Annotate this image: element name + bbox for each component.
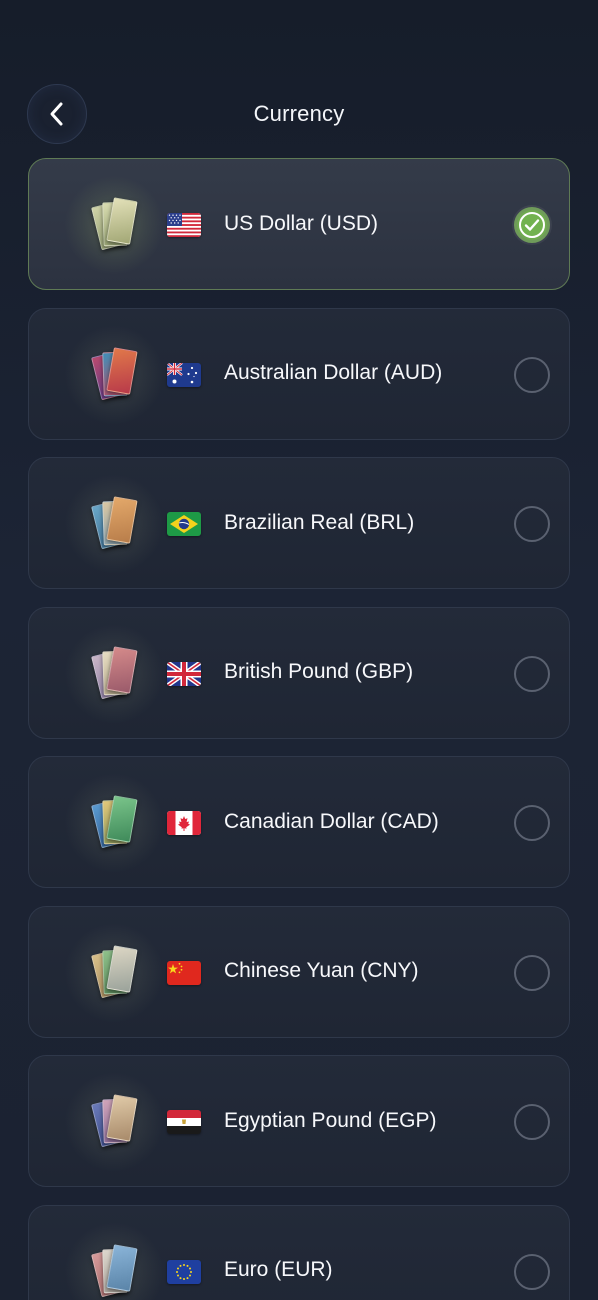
header: Currency bbox=[0, 84, 598, 146]
eu-flag-icon bbox=[167, 1259, 201, 1284]
radio-unselected[interactable] bbox=[514, 805, 550, 841]
ca-flag-icon bbox=[167, 811, 201, 835]
currency-item-brl[interactable]: Brazilian Real (BRL) bbox=[28, 457, 570, 589]
radio-unselected[interactable] bbox=[514, 1104, 550, 1140]
banknotes-icon bbox=[64, 1072, 164, 1172]
banknotes-icon bbox=[64, 922, 164, 1023]
check-icon bbox=[524, 219, 540, 231]
banknotes-icon bbox=[64, 474, 164, 574]
currency-item-cny[interactable]: Chinese Yuan (CNY) bbox=[28, 905, 570, 1038]
gb-flag-icon bbox=[167, 661, 201, 686]
banknotes-icon bbox=[64, 175, 164, 275]
au-flag-icon bbox=[167, 362, 201, 387]
radio-unselected[interactable] bbox=[514, 655, 550, 692]
radio-unselected[interactable] bbox=[514, 954, 550, 991]
banknotes-icon bbox=[64, 1221, 164, 1300]
currency-list: US Dollar (USD) Australian Dollar (AUD) … bbox=[28, 158, 570, 1300]
radio-unselected[interactable] bbox=[514, 506, 550, 542]
currency-label: Brazilian Real (BRL) bbox=[224, 510, 415, 534]
currency-label: Egyptian Pound (EGP) bbox=[224, 1108, 437, 1132]
currency-item-egp[interactable]: Egyptian Pound (EGP) bbox=[28, 1055, 570, 1187]
currency-item-eur[interactable]: Euro (EUR) bbox=[28, 1204, 570, 1300]
currency-label: Chinese Yuan (CNY) bbox=[224, 959, 419, 983]
radio-selected[interactable] bbox=[514, 207, 550, 243]
currency-label: US Dollar (USD) bbox=[224, 211, 379, 235]
currency-item-aud[interactable]: Australian Dollar (AUD) bbox=[28, 307, 570, 440]
currency-item-gbp[interactable]: British Pound (GBP) bbox=[28, 606, 570, 739]
banknotes-icon bbox=[64, 324, 164, 425]
cn-flag-icon bbox=[167, 960, 201, 985]
currency-item-usd[interactable]: US Dollar (USD) bbox=[28, 158, 570, 290]
page-title: Currency bbox=[253, 101, 345, 126]
currency-label: British Pound (GBP) bbox=[224, 660, 414, 684]
br-flag-icon bbox=[167, 512, 201, 536]
us-flag-icon bbox=[167, 213, 201, 237]
banknotes-icon bbox=[64, 623, 164, 724]
currency-label: Australian Dollar (AUD) bbox=[224, 361, 443, 385]
radio-unselected[interactable] bbox=[514, 1253, 550, 1290]
currency-label: Canadian Dollar (CAD) bbox=[224, 809, 439, 833]
banknotes-icon bbox=[64, 773, 164, 873]
currency-screen: Currency US Dollar (USD) Australian Doll… bbox=[0, 0, 598, 1300]
currency-label: Euro (EUR) bbox=[224, 1258, 333, 1282]
eg-flag-icon bbox=[167, 1110, 201, 1134]
currency-item-cad[interactable]: Canadian Dollar (CAD) bbox=[28, 756, 570, 888]
radio-unselected[interactable] bbox=[514, 356, 550, 393]
